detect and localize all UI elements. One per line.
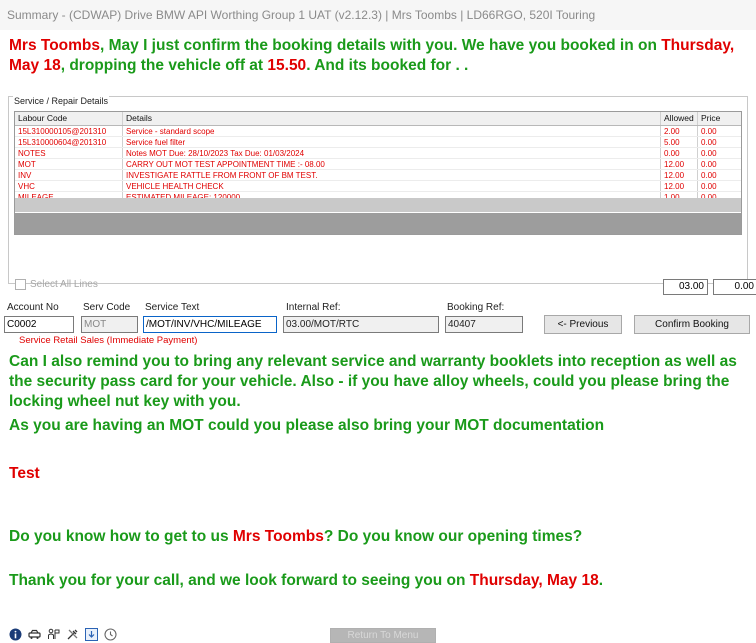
retail-sales-note: Service Retail Sales (Immediate Payment)	[19, 335, 198, 346]
cell-allowed: 2.00	[661, 126, 698, 136]
car-icon[interactable]	[28, 628, 41, 641]
cell-code: 15L310000105@201310	[15, 126, 123, 136]
clock-icon[interactable]	[104, 628, 117, 641]
cell-allowed: 0.00	[661, 148, 698, 158]
table-row[interactable]: VHC VEHICLE HEALTH CHECK 12.00 0.00	[15, 181, 741, 192]
intro-text-3: . And its booked for . .	[306, 57, 469, 74]
directions-text-1: Do you know how to get to us	[9, 528, 233, 545]
cell-price: 0.00	[701, 182, 717, 191]
cell-details: Notes MOT Due: 28/10/2023 Tax Due: 01/03…	[123, 148, 661, 158]
booking-ref-label: Booking Ref:	[447, 302, 505, 313]
cell-code: INV	[15, 170, 123, 180]
cell-price: 0.00	[701, 160, 717, 169]
grid-scrollbar[interactable]	[15, 198, 741, 212]
service-repair-group: Service / Repair Details Labour Code Det…	[8, 96, 756, 295]
cell-code: NOTES	[15, 148, 123, 158]
internal-ref-label: Internal Ref:	[286, 302, 341, 313]
footer-icons	[9, 628, 117, 641]
directions-message: Do you know how to get to us Mrs Toombs?…	[9, 527, 751, 547]
col-allowed[interactable]: Allowed	[661, 112, 698, 125]
intro-text-1: , May I just confirm the booking details…	[100, 37, 662, 54]
test-message: Test	[9, 465, 40, 482]
cell-allowed: 12.00	[661, 170, 698, 180]
cell-code: 15L310000604@201310	[15, 137, 123, 147]
grid-empty-area	[15, 213, 741, 234]
account-no-label: Account No	[7, 302, 59, 313]
person-flag-icon[interactable]	[47, 628, 60, 641]
select-all-checkbox[interactable]	[15, 279, 26, 290]
serv-code-field[interactable]: MOT	[81, 316, 138, 333]
select-all-label: Select All Lines	[30, 279, 98, 290]
thanks-text-2: .	[598, 572, 604, 589]
cell-details: INVESTIGATE RATTLE FROM FRONT OF BM TEST…	[123, 170, 661, 180]
table-row[interactable]: MOT CARRY OUT MOT TEST APPOINTMENT TIME :…	[15, 159, 741, 170]
cell-code: MOT	[15, 159, 123, 169]
previous-button[interactable]: <- Previous	[544, 315, 622, 334]
grid-header: Labour Code Details Allowed Price	[15, 112, 741, 126]
internal-ref-field[interactable]: 03.00/MOT/RTC	[283, 316, 439, 333]
table-row[interactable]: 15L310000105@201310 Service - standard sc…	[15, 126, 741, 137]
booking-ref-field[interactable]: 40407	[445, 316, 523, 333]
thanks-date: Thursday, May 18	[469, 572, 599, 589]
cell-price: 0.00	[701, 138, 717, 147]
confirm-booking-button[interactable]: Confirm Booking	[634, 315, 750, 334]
service-text-label: Service Text	[145, 302, 200, 313]
total-price: 0.00	[713, 279, 756, 295]
intro-text-2: , dropping the vehicle off at	[60, 57, 268, 74]
directions-name: Mrs Toombs	[232, 528, 324, 545]
service-grid[interactable]: Labour Code Details Allowed Price 15L310…	[14, 111, 742, 235]
total-allowed: 03.00	[663, 279, 708, 295]
col-details[interactable]: Details	[123, 112, 661, 125]
col-price[interactable]: Price	[698, 112, 741, 125]
intro-text: Mrs Toombs, May I just confirm the booki…	[9, 36, 749, 76]
table-row[interactable]: INV INVESTIGATE RATTLE FROM FRONT OF BM T…	[15, 170, 741, 181]
cell-details: VEHICLE HEALTH CHECK	[123, 181, 661, 191]
window-title: Summary - (CDWAP) Drive BMW API Worthing…	[0, 0, 756, 30]
col-labour-code[interactable]: Labour Code	[15, 112, 123, 125]
booking-time: 15.50	[267, 57, 307, 74]
cell-allowed: 12.00	[661, 159, 698, 169]
service-group-label: Service / Repair Details	[13, 96, 110, 106]
thanks-text-1: Thank you for your call, and we look for…	[9, 572, 470, 589]
cell-allowed: 12.00	[661, 181, 698, 191]
cell-price: 0.00	[701, 149, 717, 158]
cell-price: 0.00	[701, 171, 717, 180]
info-icon[interactable]	[9, 628, 22, 641]
download-icon[interactable]	[85, 628, 98, 641]
thanks-message: Thank you for your call, and we look for…	[9, 571, 751, 591]
tools-icon[interactable]	[66, 628, 79, 641]
cell-details: Service fuel filter	[123, 137, 661, 147]
serv-code-label: Serv Code	[83, 302, 131, 313]
account-no-field[interactable]: C0002	[4, 316, 74, 333]
select-all-lines[interactable]: Select All Lines	[15, 279, 98, 290]
cell-price: 0.00	[701, 127, 717, 136]
customer-name: Mrs Toombs	[9, 37, 100, 54]
cell-details: Service - standard scope	[123, 126, 661, 136]
table-row[interactable]: NOTES Notes MOT Due: 28/10/2023 Tax Due: …	[15, 148, 741, 159]
cell-allowed: 5.00	[661, 137, 698, 147]
directions-text-2: ? Do you know our opening times?	[323, 528, 583, 545]
cell-details: CARRY OUT MOT TEST APPOINTMENT TIME :- 0…	[123, 159, 661, 169]
mot-docs-message: As you are having an MOT could you pleas…	[9, 417, 605, 434]
return-to-menu-button[interactable]: Return To Menu	[330, 628, 436, 643]
service-text-field[interactable]: /MOT/INV/VHC/MILEAGE	[143, 316, 277, 333]
reminder-message: Can I also remind you to bring any relev…	[9, 353, 737, 410]
cell-code: VHC	[15, 181, 123, 191]
table-row[interactable]: 15L310000604@201310 Service fuel filter 5.…	[15, 137, 741, 148]
